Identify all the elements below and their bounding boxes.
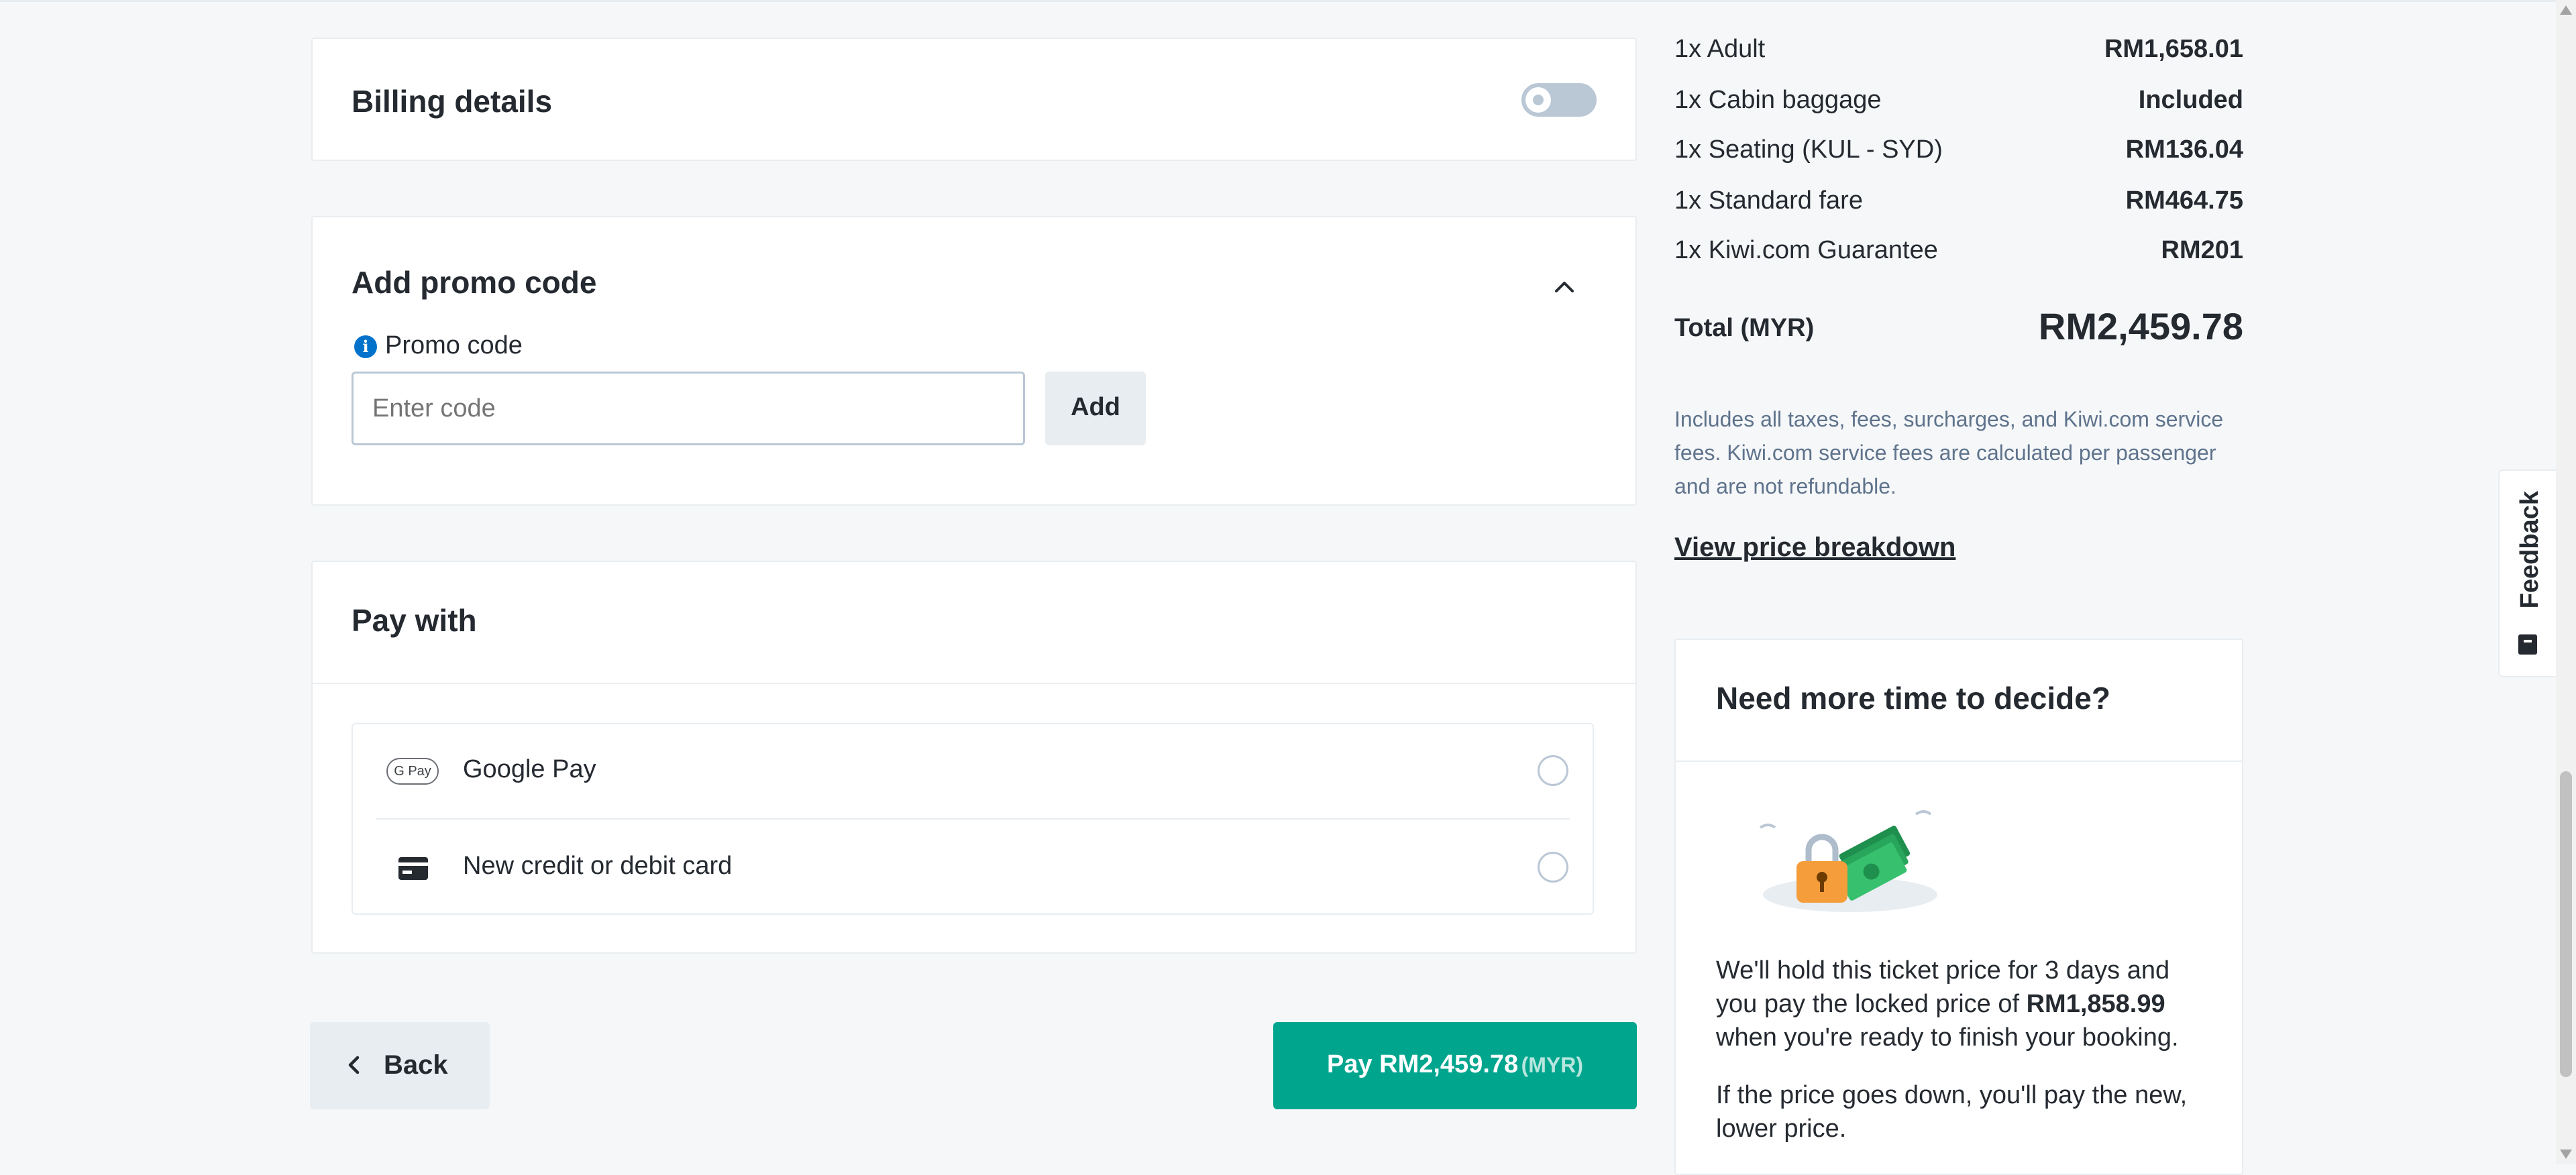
price-row: 1x Adult RM1,658.01 — [1674, 35, 2243, 75]
top-divider — [0, 0, 2556, 2]
pay-with-card: Pay with G Pay Google Pay New credit or … — [311, 561, 1637, 954]
pay-button-label: Pay RM2,459.78 — [1326, 1050, 1519, 1078]
view-price-breakdown-link[interactable]: View price breakdown — [1674, 533, 1955, 563]
price-row: 1x Cabin baggage Included — [1674, 86, 2243, 126]
add-promo-label: Add — [1071, 393, 1120, 421]
toggle-knob-dot — [1533, 95, 1544, 105]
billing-details-toggle[interactable] — [1521, 83, 1597, 117]
pay-button[interactable]: Pay RM2,459.78 (MYR) — [1273, 1022, 1637, 1109]
promo-code-card: Add promo code i Promo code Add — [311, 216, 1637, 506]
hold-text-line: you pay the locked price of RM1,858.99 — [1716, 987, 2226, 1021]
google-pay-label: Google Pay — [463, 755, 596, 783]
google-pay-icon: G Pay — [386, 758, 439, 785]
back-label: Back — [384, 1050, 448, 1080]
pay-button-currency: (MYR) — [1521, 1053, 1584, 1077]
hold-text-prefix: you pay the locked price of — [1716, 990, 2027, 1018]
credit-card-icon — [398, 857, 428, 880]
scroll-down-arrow[interactable] — [2560, 1150, 2572, 1159]
scrollbar-thumb[interactable] — [2560, 771, 2572, 1077]
price-row-value: RM201 — [2161, 236, 2244, 264]
price-row: 1x Kiwi.com Guarantee RM201 — [1674, 236, 2243, 276]
total-label: Total (MYR) — [1674, 314, 1815, 342]
price-note-line: fees. Kiwi.com service fees are calculat… — [1674, 441, 2216, 465]
price-row-value: RM464.75 — [2125, 186, 2243, 215]
feedback-icon-detail — [2524, 640, 2532, 642]
hold-text-line: lower price. — [1716, 1115, 1847, 1143]
price-lock-illustration — [1756, 807, 1951, 915]
credit-card-label: New credit or debit card — [463, 852, 733, 880]
credit-card-stripe — [398, 862, 428, 866]
price-row: 1x Standard fare RM464.75 — [1674, 186, 2243, 227]
price-note-line: and are not refundable. — [1674, 474, 1896, 498]
credit-card-radio[interactable] — [1538, 852, 1568, 883]
pay-button-text: Pay RM2,459.78 (MYR) — [1273, 1050, 1637, 1079]
billing-details-card: Billing details — [311, 38, 1637, 161]
info-icon: i — [354, 335, 377, 358]
payment-options-list: G Pay Google Pay New credit or debit car… — [352, 723, 1594, 915]
price-row-label: 1x Cabin baggage — [1674, 86, 1882, 114]
payment-option-card[interactable]: New credit or debit card — [353, 820, 1593, 915]
add-promo-button[interactable]: Add — [1045, 372, 1146, 445]
scrollbar[interactable] — [2556, 0, 2576, 1164]
hold-card-divider — [1676, 761, 2242, 762]
chevron-up-icon[interactable] — [1552, 275, 1576, 299]
total-value: RM2,459.78 — [2038, 305, 2243, 347]
promo-code-input[interactable] — [352, 372, 1025, 445]
hold-price-title: Need more time to decide? — [1716, 681, 2110, 716]
hold-text-line: If the price goes down, you'll pay the n… — [1716, 1081, 2188, 1109]
price-note: Includes all taxes, fees, surcharges, an… — [1674, 402, 2265, 503]
price-note-line: Includes all taxes, fees, surcharges, an… — [1674, 407, 2224, 431]
feedback-icon — [2518, 634, 2537, 655]
hold-price-card: Need more time to decide? We'll hold thi… — [1674, 638, 2243, 1175]
hold-description: We'll hold this ticket price for 3 days … — [1716, 954, 2226, 1145]
price-row-label: 1x Standard fare — [1674, 186, 1863, 215]
price-row-label: 1x Seating (KUL - SYD) — [1674, 135, 1943, 164]
feedback-label: Feedback — [2516, 491, 2544, 609]
promo-code-label: Promo code — [385, 331, 523, 359]
total-row: Total (MYR) RM2,459.78 — [1674, 304, 2243, 358]
feedback-tab[interactable]: Feedback — [2498, 469, 2556, 677]
locked-price: RM1,858.99 — [2026, 990, 2165, 1018]
pay-with-title: Pay with — [352, 603, 477, 638]
payment-option-google-pay[interactable]: G Pay Google Pay — [353, 724, 1593, 818]
promo-code-title: Add promo code — [352, 265, 597, 300]
google-pay-radio[interactable] — [1538, 755, 1568, 786]
price-row-label: 1x Adult — [1674, 35, 1766, 63]
price-row-label: 1x Kiwi.com Guarantee — [1674, 236, 1938, 264]
back-button[interactable]: Back — [310, 1022, 490, 1109]
hold-text-line: when you're ready to finish your booking… — [1716, 1023, 2179, 1052]
billing-details-title: Billing details — [352, 84, 553, 119]
price-row-value: RM1,658.01 — [2104, 35, 2243, 63]
pay-with-divider — [313, 683, 1635, 684]
toggle-knob — [1525, 87, 1551, 113]
price-row-value: Included — [2138, 86, 2243, 114]
hold-text-line: We'll hold this ticket price for 3 days … — [1716, 956, 2170, 985]
credit-card-chip — [402, 871, 412, 874]
scroll-up-arrow[interactable] — [2560, 5, 2572, 15]
chevron-left-icon — [343, 1054, 365, 1076]
google-pay-icon-text: G Pay — [394, 764, 431, 779]
price-row-value: RM136.04 — [2125, 135, 2243, 164]
price-row: 1x Seating (KUL - SYD) RM136.04 — [1674, 135, 2243, 176]
